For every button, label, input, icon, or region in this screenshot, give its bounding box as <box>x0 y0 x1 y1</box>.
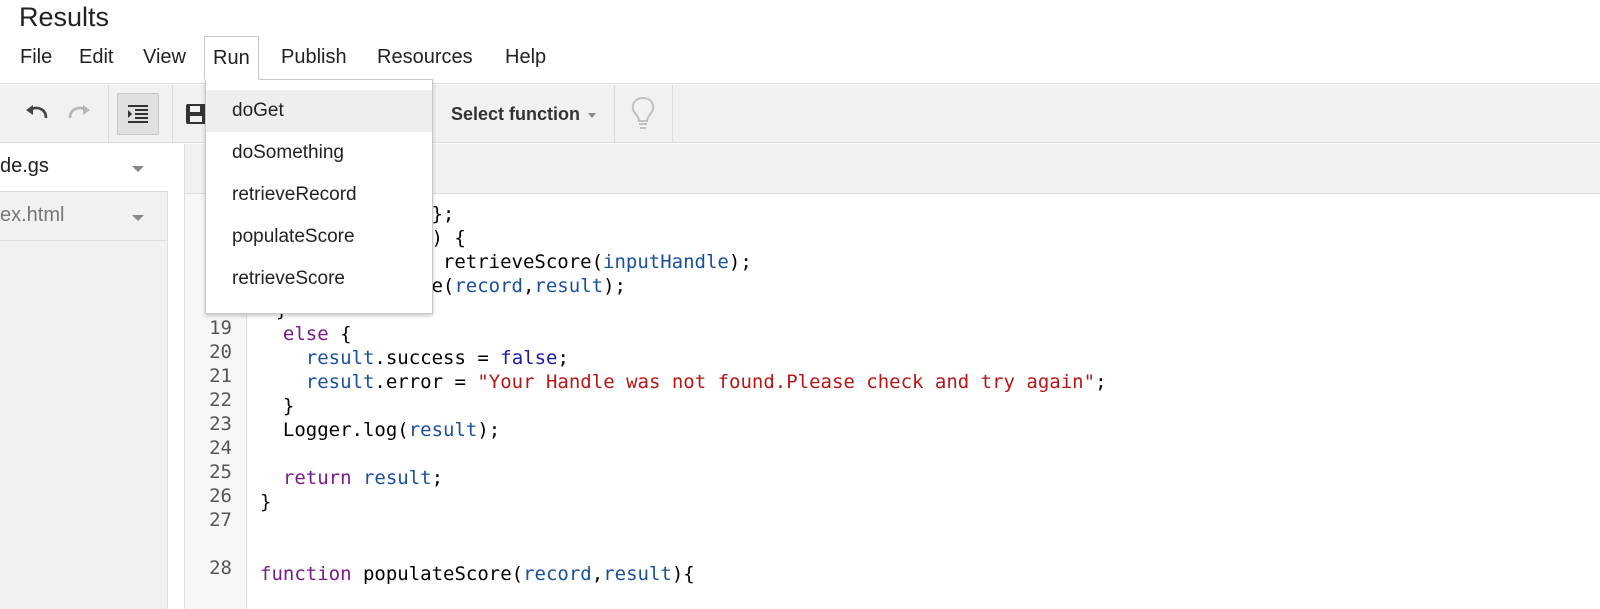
redo-button[interactable] <box>58 93 100 135</box>
app-title: Results <box>19 2 110 32</box>
file-sidebar: de.gs ex.html <box>0 144 168 609</box>
menu-run[interactable]: Run <box>204 36 259 80</box>
code-line: function populateScore(record,result){ <box>260 563 695 585</box>
line-number: 25 <box>209 461 232 483</box>
code-line: = retrieveScore(inputHandle); <box>420 251 752 273</box>
save-icon <box>186 104 206 124</box>
menu-edit[interactable]: Edit <box>71 36 121 79</box>
line-number: 28 <box>209 557 232 579</box>
menubar: File Edit View Run Publish Resources Hel… <box>0 36 1600 84</box>
run-menu-item-retrievescore[interactable]: retrieveScore <box>206 258 432 300</box>
lightbulb-icon <box>631 96 655 129</box>
line-number: 26 <box>209 485 232 507</box>
code-line: } <box>260 395 295 417</box>
line-number: 21 <box>209 365 232 387</box>
chevron-down-icon[interactable] <box>132 166 144 172</box>
chevron-down-icon[interactable] <box>132 215 144 221</box>
file-name: de.gs <box>0 155 49 177</box>
line-number: 24 <box>209 437 232 459</box>
file-name: ex.html <box>0 204 65 226</box>
select-function-label: Select function <box>451 104 581 124</box>
undo-icon <box>26 105 48 119</box>
line-number: 22 <box>209 389 232 411</box>
menu-help[interactable]: Help <box>497 36 554 79</box>
code-line: else { <box>282 323 352 345</box>
menu-resources[interactable]: Resources <box>369 36 481 79</box>
run-menu-item-retrieverecord[interactable]: retrieveRecord <box>206 174 432 216</box>
code-line: result.success = false; <box>305 347 569 369</box>
line-number: 23 <box>209 413 232 435</box>
code-line: result.error = "Your Handle was not foun… <box>305 371 1107 393</box>
run-menu-item-dosomething[interactable]: doSomething <box>206 132 432 174</box>
file-item-code-gs[interactable]: de.gs <box>0 144 168 192</box>
menu-publish[interactable]: Publish <box>273 36 355 79</box>
run-menu-item-populatescore[interactable]: populateScore <box>206 216 432 258</box>
chevron-down-icon <box>588 112 597 118</box>
run-menu-item-doget[interactable]: doGet <box>206 90 432 132</box>
line-number: 19 <box>209 317 232 339</box>
code-line: return result; <box>282 467 444 489</box>
line-number: 20 <box>209 341 232 363</box>
undo-button[interactable] <box>16 93 58 135</box>
indent-icon <box>128 105 148 123</box>
redo-icon <box>68 105 90 119</box>
file-item-index-html[interactable]: ex.html <box>0 193 168 241</box>
select-function-dropdown[interactable]: Select function <box>451 85 597 143</box>
menu-view[interactable]: View <box>135 36 194 79</box>
line-number: 27 <box>209 509 232 531</box>
execution-hints-button[interactable] <box>622 93 664 135</box>
code-line: re(record,result); <box>420 275 626 297</box>
run-menu-dropdown: doGet doSomething retrieveRecord populat… <box>205 79 433 314</box>
auto-indent-button[interactable] <box>117 93 159 135</box>
code-line: } <box>260 491 272 513</box>
code-editor[interactable]: {}; e) { = retrieveScore(inputHandle); r… <box>260 194 1600 609</box>
code-line: Logger.log(result); <box>260 419 501 441</box>
menu-file[interactable]: File <box>12 36 60 79</box>
